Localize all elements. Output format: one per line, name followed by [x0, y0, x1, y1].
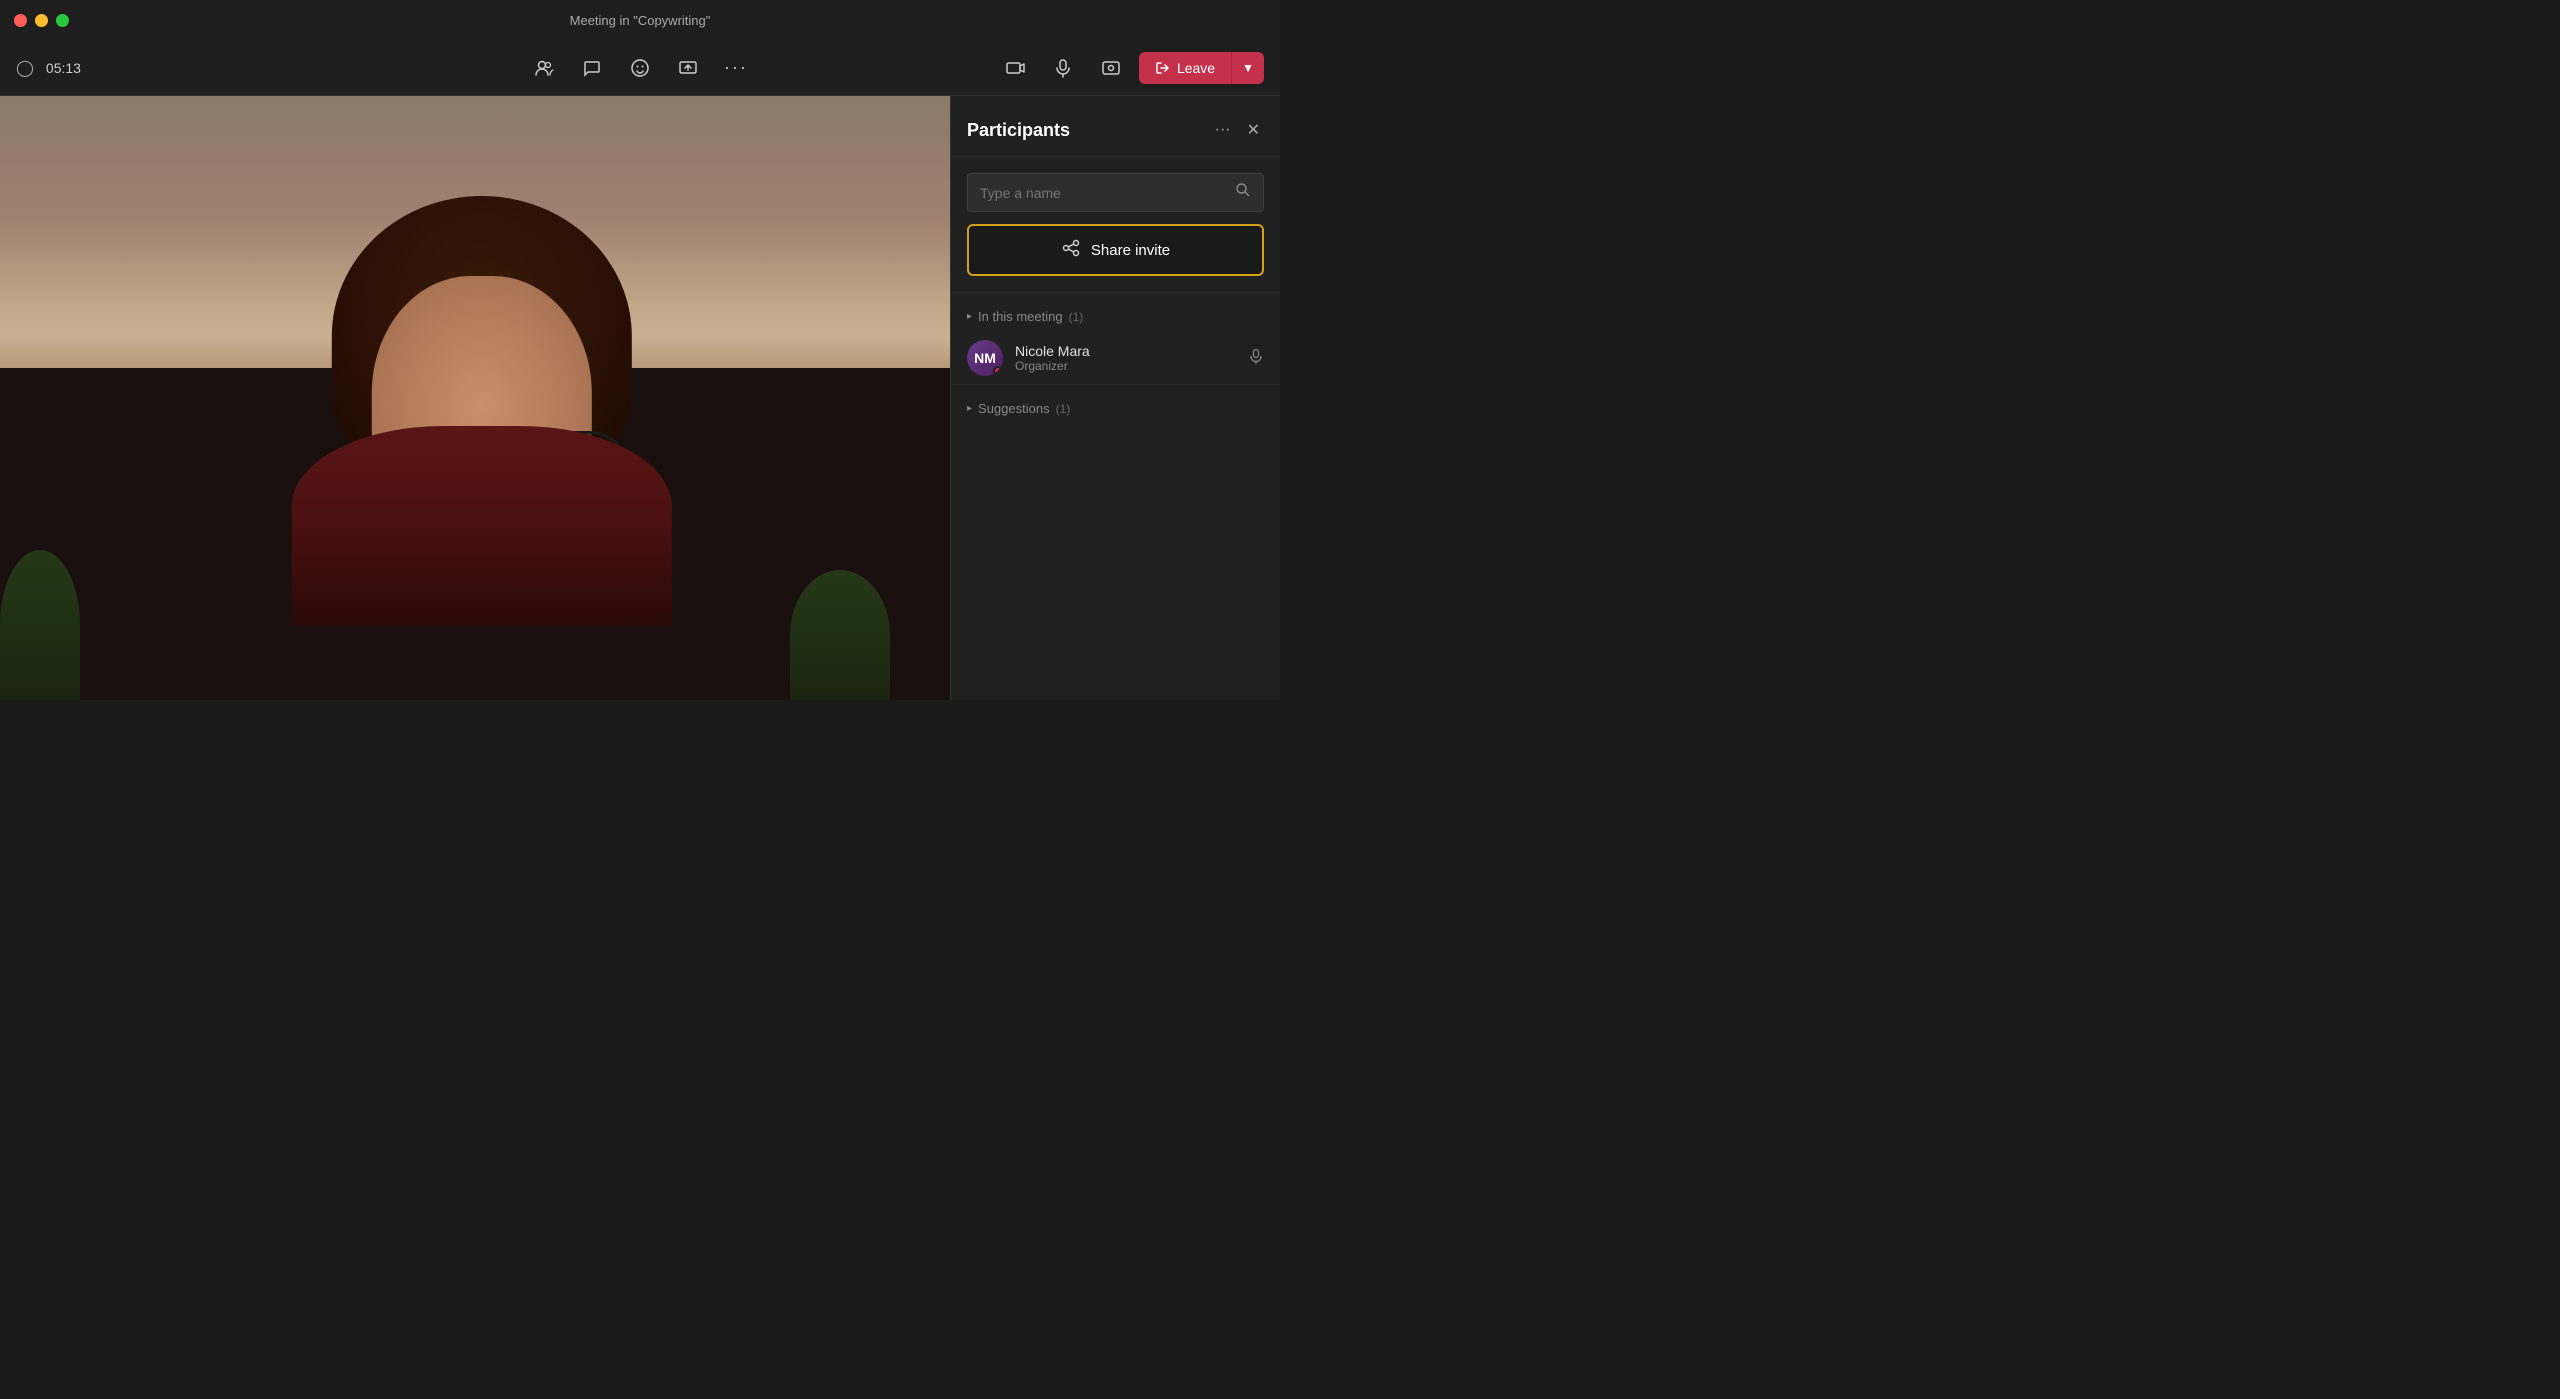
panel-close-button[interactable]: ✕: [1243, 116, 1264, 144]
close-window-button[interactable]: [14, 14, 27, 27]
window-controls: [14, 14, 69, 27]
video-area: [0, 96, 950, 700]
toolbar-right: Leave ▼: [995, 48, 1264, 88]
plant-left: [0, 550, 80, 700]
toolbar: ◯ 05:13: [0, 40, 1280, 96]
panel-header: Participants ··· ✕: [951, 96, 1280, 157]
search-icon: [1235, 182, 1251, 203]
suggestions-header[interactable]: ▸ Suggestions (1): [951, 393, 1280, 424]
status-dot: [993, 366, 1003, 376]
in-meeting-section: ▸ In this meeting (1) NM Nicole Mara Org…: [951, 301, 1280, 384]
in-meeting-chevron: ▸: [967, 311, 972, 322]
in-meeting-title: In this meeting: [978, 309, 1063, 324]
camera-button[interactable]: [995, 48, 1035, 88]
participant-role: Organizer: [1015, 359, 1236, 373]
suggestions-chevron: ▸: [967, 403, 972, 414]
participant-info: Nicole Mara Organizer: [1015, 343, 1236, 373]
panel-divider-1: [951, 292, 1280, 293]
video-settings-button[interactable]: [1091, 48, 1131, 88]
panel-content: Share invite: [951, 157, 1280, 292]
title-bar: Meeting in "Copywriting": [0, 0, 1280, 40]
in-meeting-header[interactable]: ▸ In this meeting (1): [951, 301, 1280, 332]
search-input[interactable]: [980, 185, 1227, 201]
more-button[interactable]: ···: [716, 48, 756, 88]
leave-button-group[interactable]: Leave ▼: [1139, 52, 1264, 84]
participant-item[interactable]: NM Nicole Mara Organizer: [951, 332, 1280, 384]
suggestions-count: (1): [1056, 402, 1071, 416]
plant-right: [790, 570, 890, 700]
panel-title: Participants: [967, 120, 1070, 141]
leave-chevron-button[interactable]: ▼: [1232, 52, 1264, 84]
suggestions-title: Suggestions: [978, 401, 1050, 416]
share-invite-icon: [1061, 238, 1081, 262]
chat-button[interactable]: [572, 48, 612, 88]
minimize-window-button[interactable]: [35, 14, 48, 27]
people-button[interactable]: [524, 48, 564, 88]
leave-button[interactable]: Leave: [1139, 52, 1232, 84]
meeting-timer: 05:13: [46, 60, 81, 76]
reactions-button[interactable]: [620, 48, 660, 88]
window-title: Meeting in "Copywriting": [570, 13, 711, 28]
share-invite-button[interactable]: Share invite: [967, 224, 1264, 276]
suggestions-section: ▸ Suggestions (1): [951, 393, 1280, 424]
participant-avatar: NM: [967, 340, 1003, 376]
panel-divider-2: [951, 384, 1280, 385]
main-area: Participants ··· ✕: [0, 96, 1280, 700]
participant-mic-icon: [1248, 348, 1264, 369]
video-background: [0, 96, 950, 700]
participant-name: Nicole Mara: [1015, 343, 1236, 359]
participants-panel: Participants ··· ✕: [950, 96, 1280, 700]
toolbar-left: ◯ 05:13: [16, 58, 81, 78]
maximize-window-button[interactable]: [56, 14, 69, 27]
person-face: [312, 196, 652, 626]
in-meeting-count: (1): [1069, 310, 1084, 324]
panel-more-button[interactable]: ···: [1211, 117, 1235, 143]
status-icon: ◯: [16, 58, 34, 78]
share-invite-label: Share invite: [1091, 242, 1170, 259]
toolbar-center: ···: [524, 48, 756, 88]
panel-header-actions: ··· ✕: [1211, 116, 1264, 144]
avatar-initials: NM: [974, 350, 996, 366]
mic-button[interactable]: [1043, 48, 1083, 88]
search-field[interactable]: [967, 173, 1264, 212]
body-element: [292, 426, 672, 626]
share-screen-button[interactable]: [668, 48, 708, 88]
